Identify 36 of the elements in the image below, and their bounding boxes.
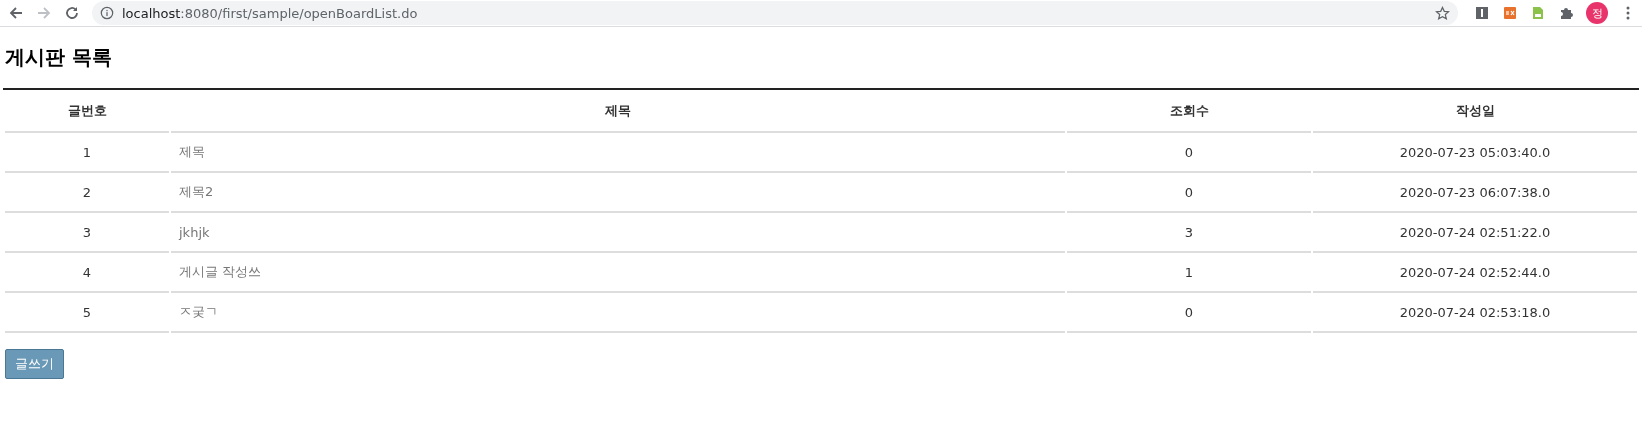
table-cell: 3 bbox=[5, 213, 169, 253]
post-title-link[interactable]: 게시글 작성쓰 bbox=[179, 264, 262, 279]
extension-icon[interactable] bbox=[1474, 5, 1490, 21]
reload-icon[interactable] bbox=[64, 5, 80, 21]
table-cell: 2020-07-24 02:51:22.0 bbox=[1313, 213, 1637, 253]
write-button[interactable]: 글쓰기 bbox=[5, 349, 64, 379]
table-cell: 4 bbox=[5, 253, 169, 293]
address-bar[interactable]: localhost:8080/first/sample/openBoardList.do bbox=[92, 1, 1458, 25]
column-header: 작성일 bbox=[1313, 90, 1637, 133]
page-title: 게시판 목록 bbox=[5, 44, 113, 71]
star-icon[interactable] bbox=[1435, 5, 1450, 21]
column-header: 조회수 bbox=[1067, 90, 1311, 133]
puzzle-icon[interactable] bbox=[1558, 5, 1574, 21]
post-title-link[interactable]: 제목2 bbox=[179, 184, 214, 199]
back-icon[interactable] bbox=[8, 5, 24, 21]
table-cell: 2020-07-23 05:03:40.0 bbox=[1313, 133, 1637, 173]
table-cell: 0 bbox=[1067, 173, 1311, 213]
table-cell: 0 bbox=[1067, 293, 1311, 333]
table-cell: 2020-07-24 02:52:44.0 bbox=[1313, 253, 1637, 293]
column-header: 제목 bbox=[171, 90, 1065, 133]
table-cell: 1 bbox=[5, 133, 169, 173]
table-cell: 1 bbox=[1067, 253, 1311, 293]
info-icon[interactable] bbox=[100, 6, 114, 20]
url-text: localhost:8080/first/sample/openBoardList.do bbox=[122, 5, 419, 21]
table-cell: 2020-07-23 06:07:38.0 bbox=[1313, 173, 1637, 213]
profile-avatar[interactable]: 정 bbox=[1586, 2, 1608, 24]
table-cell: 2 bbox=[5, 173, 169, 213]
post-title-link[interactable]: 제목 bbox=[179, 144, 205, 159]
extension-icon[interactable] bbox=[1502, 5, 1518, 21]
column-header: 글번호 bbox=[5, 90, 169, 133]
table-cell: 0 bbox=[1067, 133, 1311, 173]
table-cell: 2020-07-24 02:53:18.0 bbox=[1313, 293, 1637, 333]
post-title-link[interactable]: jkhjk bbox=[179, 224, 210, 240]
table-cell: 3 bbox=[1067, 213, 1311, 253]
post-title-link[interactable]: ㅈ궂ㄱ bbox=[179, 304, 218, 319]
table-cell: 5 bbox=[5, 293, 169, 333]
